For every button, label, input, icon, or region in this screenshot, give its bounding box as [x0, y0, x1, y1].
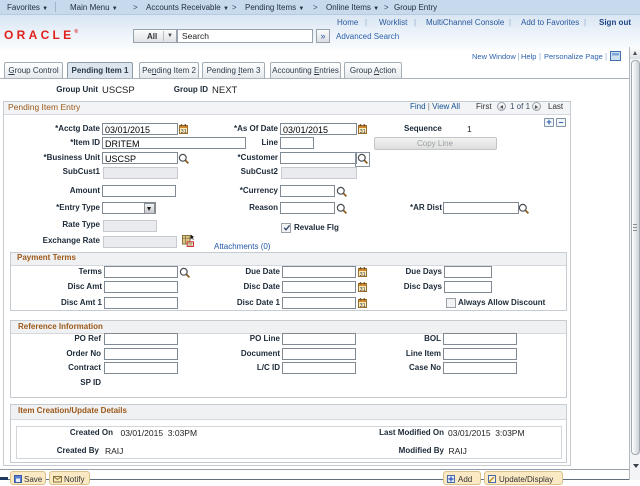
- svg-text:31: 31: [181, 128, 187, 133]
- svg-text:31: 31: [359, 302, 365, 307]
- svg-text:31: 31: [359, 128, 365, 133]
- svg-text:31: 31: [359, 286, 365, 291]
- svg-text:31: 31: [359, 271, 365, 276]
